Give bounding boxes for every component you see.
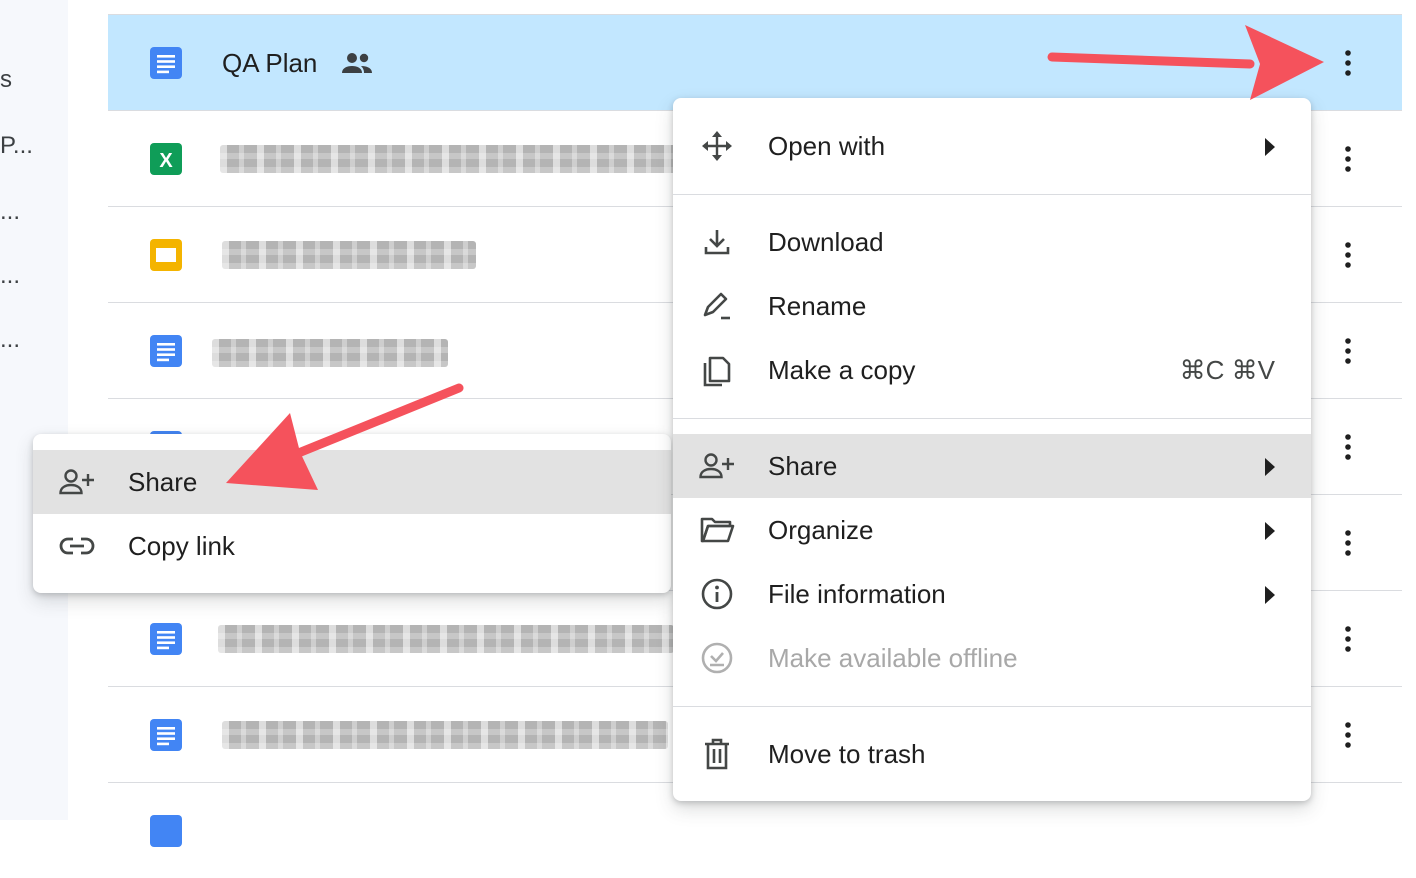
menu-make-offline: Make available offline bbox=[673, 626, 1311, 690]
context-menu: Open with Download Rename Make a copy ⌘C… bbox=[673, 98, 1311, 801]
more-vert-icon[interactable] bbox=[1334, 333, 1362, 369]
menu-open-with[interactable]: Open with bbox=[673, 114, 1311, 178]
google-sheets-icon: X bbox=[150, 143, 182, 175]
google-slides-icon bbox=[150, 239, 182, 271]
sidebar-fragment[interactable]: ... bbox=[0, 326, 20, 354]
file-name: QA Plan bbox=[222, 48, 318, 78]
submenu-caret-icon bbox=[1265, 522, 1275, 540]
menu-organize-label: Organize bbox=[768, 514, 874, 545]
folder-open-icon bbox=[699, 512, 735, 548]
sheets-letter: X bbox=[159, 150, 173, 172]
share-submenu: Share Copy link bbox=[33, 434, 671, 593]
more-vert-icon[interactable] bbox=[1334, 237, 1362, 273]
person-add-icon bbox=[59, 464, 95, 500]
info-icon bbox=[699, 576, 735, 612]
more-vert-icon[interactable] bbox=[1334, 525, 1362, 561]
people-icon bbox=[342, 53, 372, 73]
submenu-share-label: Share bbox=[128, 466, 198, 497]
google-docs-icon bbox=[150, 719, 182, 751]
menu-share-label: Share bbox=[768, 450, 838, 481]
more-vert-icon[interactable] bbox=[1334, 717, 1362, 753]
menu-download-label: Download bbox=[768, 226, 884, 257]
menu-file-information-label: File information bbox=[768, 578, 946, 609]
trash-icon bbox=[699, 736, 735, 772]
menu-move-to-trash-label: Move to trash bbox=[768, 738, 926, 769]
menu-divider bbox=[673, 194, 1311, 195]
menu-open-with-label: Open with bbox=[768, 130, 886, 161]
left-sidebar: s P... ... ... ... bbox=[0, 0, 68, 820]
person-add-icon bbox=[699, 448, 735, 484]
link-icon bbox=[59, 528, 95, 564]
menu-make-offline-label: Make available offline bbox=[768, 642, 1018, 673]
menu-download[interactable]: Download bbox=[673, 210, 1311, 274]
submenu-caret-icon bbox=[1265, 138, 1275, 156]
menu-file-information[interactable]: File information bbox=[673, 562, 1311, 626]
submenu-share-item[interactable]: Share bbox=[33, 450, 671, 514]
blurred-file-name bbox=[222, 241, 476, 269]
menu-make-copy[interactable]: Make a copy ⌘C ⌘V bbox=[673, 338, 1311, 402]
sidebar-fragment[interactable]: ... bbox=[0, 262, 20, 290]
google-docs-icon bbox=[150, 47, 182, 79]
sidebar-fragment[interactable]: s bbox=[0, 66, 12, 94]
more-vert-icon[interactable] bbox=[1334, 429, 1362, 465]
blurred-file-name bbox=[218, 625, 674, 653]
sidebar-fragment[interactable]: P... bbox=[0, 132, 33, 160]
move-arrows-icon bbox=[699, 128, 735, 164]
more-vert-icon[interactable] bbox=[1334, 621, 1362, 657]
more-vert-icon[interactable] bbox=[1334, 141, 1362, 177]
submenu-copy-link-label: Copy link bbox=[128, 530, 235, 561]
blurred-file-name bbox=[212, 339, 448, 367]
blurred-file-name bbox=[222, 721, 668, 749]
menu-divider bbox=[673, 418, 1311, 419]
offline-check-icon bbox=[699, 640, 735, 676]
google-docs-icon bbox=[150, 623, 182, 655]
menu-rename-label: Rename bbox=[768, 290, 867, 321]
blurred-file-name bbox=[220, 145, 676, 173]
submenu-caret-icon bbox=[1265, 586, 1275, 604]
menu-organize[interactable]: Organize bbox=[673, 498, 1311, 562]
menu-move-to-trash[interactable]: Move to trash bbox=[673, 722, 1311, 786]
submenu-copy-link-item[interactable]: Copy link bbox=[33, 514, 671, 578]
google-docs-icon bbox=[150, 335, 182, 367]
menu-make-copy-shortcut: ⌘C ⌘V bbox=[1179, 354, 1275, 385]
sidebar-fragment[interactable]: ... bbox=[0, 198, 20, 226]
download-icon bbox=[699, 224, 735, 260]
more-vert-icon[interactable] bbox=[1334, 45, 1362, 81]
menu-share[interactable]: Share bbox=[673, 434, 1311, 498]
menu-rename[interactable]: Rename bbox=[673, 274, 1311, 338]
submenu-caret-icon bbox=[1265, 458, 1275, 476]
file-row-qa-plan[interactable]: QA Plan bbox=[108, 14, 1402, 111]
menu-divider bbox=[673, 706, 1311, 707]
pencil-icon bbox=[699, 288, 735, 324]
menu-make-copy-label: Make a copy bbox=[768, 354, 916, 385]
copy-icon bbox=[699, 352, 735, 388]
